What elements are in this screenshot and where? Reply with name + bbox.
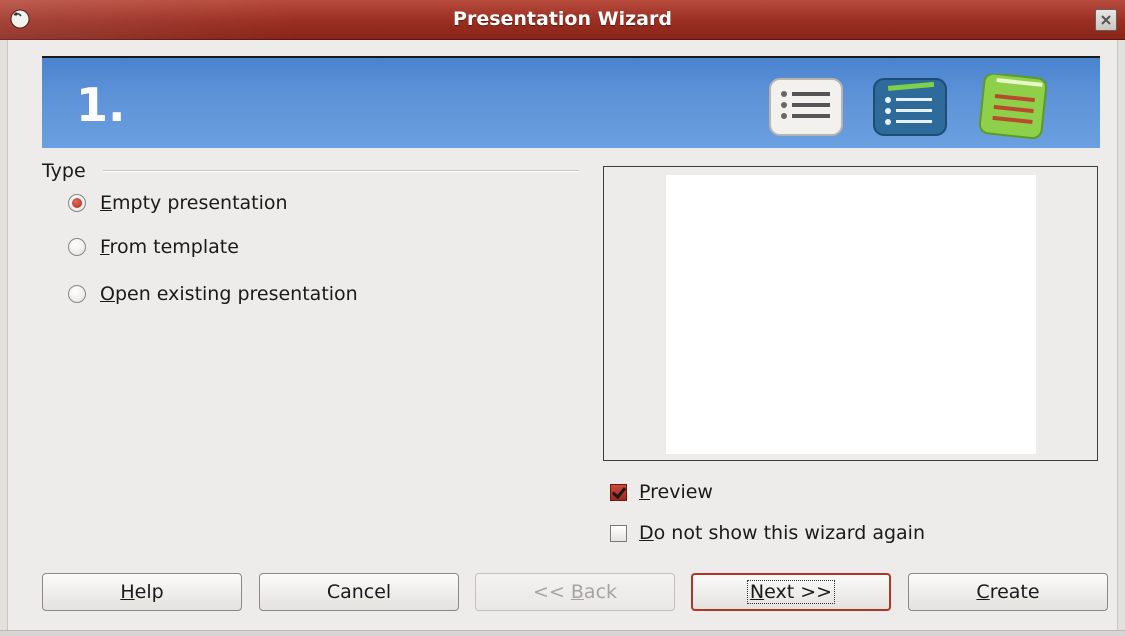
next-accel: N xyxy=(749,581,765,603)
radio-from-template[interactable]: From template xyxy=(68,236,239,258)
radio-label: Open existing presentation xyxy=(100,283,358,305)
radio-label: From template xyxy=(100,236,239,258)
checkbox-label: Do not show this wizard again xyxy=(639,522,925,544)
radio-open-existing-presentation[interactable]: Open existing presentation xyxy=(68,283,358,305)
back-button[interactable]: << Back xyxy=(475,573,675,611)
next-focus-ring: Next >> xyxy=(746,580,836,604)
radio-label: Empty presentation xyxy=(100,192,288,214)
cancel-button[interactable]: Cancel xyxy=(259,573,459,611)
do-not-show-again-checkbox[interactable] xyxy=(610,524,627,542)
window-frame-bottom xyxy=(0,630,1125,636)
preview-checkbox-row[interactable]: Preview xyxy=(610,481,713,503)
plain-list-icon xyxy=(769,78,843,136)
next-label: ext >> xyxy=(764,581,833,603)
radio-empty-presentation[interactable]: Empty presentation xyxy=(68,192,288,214)
help-button[interactable]: Help xyxy=(42,573,242,611)
back-prefix: << xyxy=(532,581,571,603)
window-title: Presentation Wizard xyxy=(453,8,672,30)
blue-list-icon xyxy=(873,78,947,136)
radio-button-checked[interactable] xyxy=(68,194,86,212)
do-not-show-again-checkbox-row[interactable]: Do not show this wizard again xyxy=(610,522,925,544)
create-label: reate xyxy=(989,581,1040,603)
type-group-label: Type xyxy=(42,160,86,182)
create-button[interactable]: Create xyxy=(908,573,1108,611)
radio-button[interactable] xyxy=(68,285,86,303)
type-group-divider xyxy=(103,170,579,172)
preview-slide xyxy=(666,175,1036,454)
step-number: 1. xyxy=(76,78,126,132)
help-accel: H xyxy=(120,581,135,603)
help-label: elp xyxy=(134,581,164,603)
create-accel: C xyxy=(976,581,990,603)
preview-checkbox[interactable] xyxy=(610,483,627,501)
window-frame-left xyxy=(0,40,8,636)
back-label: ack xyxy=(583,581,618,603)
window-frame-right xyxy=(1117,40,1125,636)
back-accel: B xyxy=(570,581,584,603)
preview-pane xyxy=(603,166,1098,461)
checkbox-label: Preview xyxy=(639,481,713,503)
cancel-label: Cancel xyxy=(326,581,392,603)
radio-button[interactable] xyxy=(68,238,86,256)
next-button[interactable]: Next >> xyxy=(691,573,891,611)
close-icon xyxy=(1101,15,1111,25)
wizard-banner: 1. xyxy=(42,56,1100,148)
green-list-icon xyxy=(978,74,1048,140)
title-bar[interactable]: Presentation Wizard xyxy=(0,0,1125,40)
close-button[interactable] xyxy=(1095,9,1117,31)
